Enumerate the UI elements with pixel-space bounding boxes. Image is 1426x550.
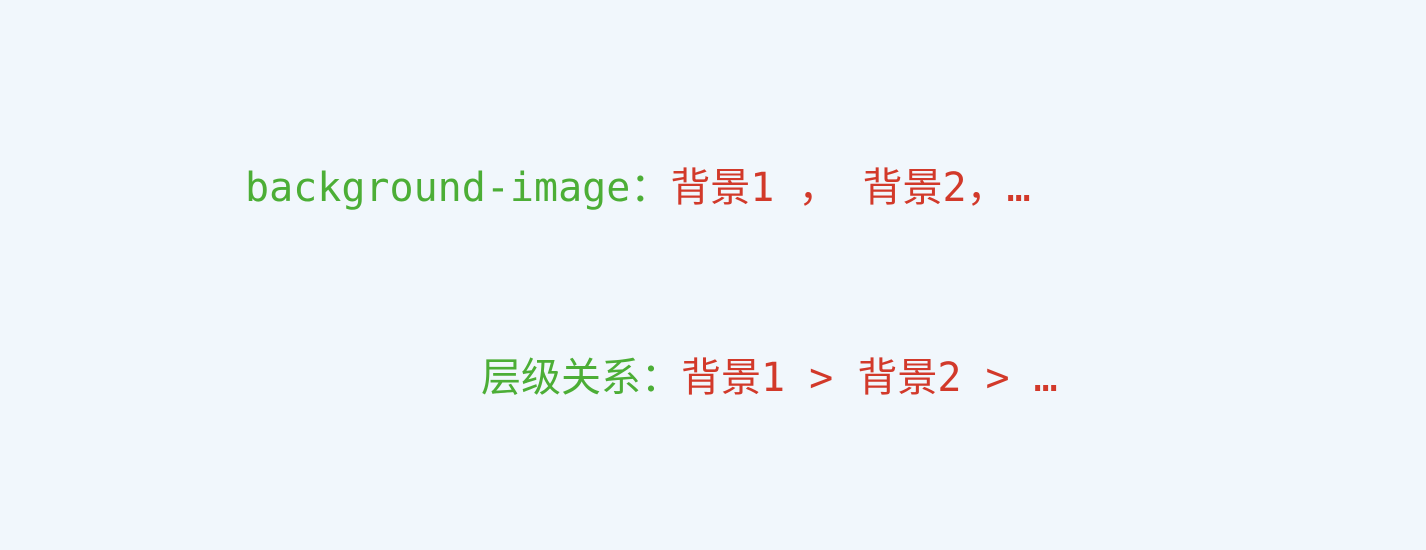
property-label: background-image： xyxy=(245,165,671,211)
relationship-order: 背景1 > 背景2 > … xyxy=(681,355,1058,401)
property-value-list: 背景1 ， 背景2，… xyxy=(670,165,1031,211)
relationship-label: 层级关系： xyxy=(481,355,681,401)
background-image-syntax-line: background-image：背景1 ， 背景2，… xyxy=(245,164,1031,212)
layer-relationship-line: 层级关系：背景1 > 背景2 > … xyxy=(481,354,1058,402)
